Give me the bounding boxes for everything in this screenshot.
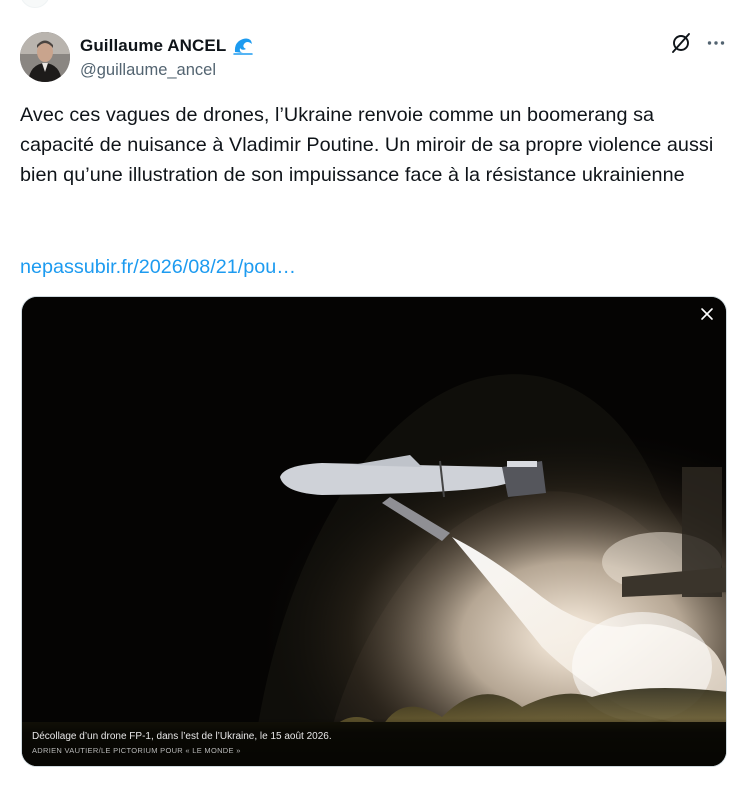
tweet-header: Guillaume ANCEL @guillaume_ancel <box>20 32 726 84</box>
header-actions <box>670 32 726 54</box>
grok-icon[interactable] <box>670 32 692 54</box>
avatar[interactable] <box>20 32 70 82</box>
media-image[interactable]: Décollage d’un drone FP-1, dans l’est de… <box>21 296 727 767</box>
close-icon <box>701 308 713 320</box>
tweet-text: Avec ces vagues de drones, l’Ukraine ren… <box>20 104 719 186</box>
author-name[interactable]: Guillaume ANCEL <box>80 36 226 56</box>
drone-launch-photo <box>22 297 726 766</box>
caption-overlay <box>22 718 726 766</box>
wave-icon <box>233 38 254 55</box>
photo-credit: ADRIEN VAUTIER/LE PICTORIUM POUR « LE MO… <box>32 746 241 755</box>
author-handle[interactable]: @guillaume_ancel <box>80 61 254 80</box>
avatar-image <box>20 32 70 82</box>
close-button[interactable] <box>696 303 718 325</box>
author-info: Guillaume ANCEL @guillaume_ancel <box>80 36 254 80</box>
more-icon[interactable] <box>706 33 726 53</box>
previous-avatar-remnant <box>20 0 50 8</box>
photo-caption: Décollage d’un drone FP-1, dans l’est de… <box>32 731 332 742</box>
tweet-link[interactable]: nepassubir.fr/2026/08/21/pou… <box>20 252 296 282</box>
